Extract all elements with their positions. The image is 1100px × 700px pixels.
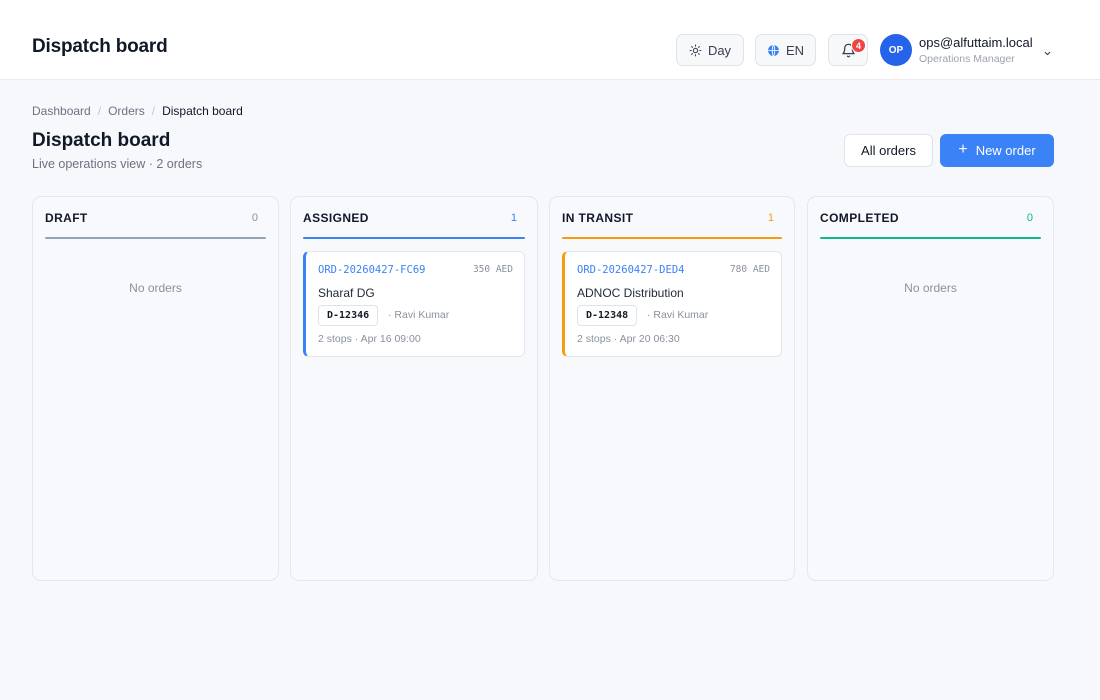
column-count: 1 (767, 212, 774, 224)
avatar[interactable]: OP (880, 34, 912, 66)
column-assigned: ASSIGNED 1 ORD-20260427-FC69 350 AED Sha… (290, 196, 538, 581)
language-button[interactable]: EN (755, 34, 816, 66)
column-in-transit: IN TRANSIT 1 ORD-20260427-DED4 780 AED A… (549, 196, 795, 581)
empty-state: No orders (904, 281, 957, 295)
column-divider (562, 237, 782, 239)
breadcrumb-current: Dispatch board (162, 104, 243, 118)
column-divider (45, 237, 266, 239)
notification-count-badge: 4 (851, 38, 866, 53)
column-title: COMPLETED (820, 211, 899, 225)
order-amount: 350 AED (472, 264, 513, 275)
all-orders-button[interactable]: All orders (844, 134, 933, 167)
order-amount: 780 AED (729, 264, 770, 275)
column-header: COMPLETED 0 (820, 211, 1041, 239)
column-completed: COMPLETED 0 No orders (807, 196, 1054, 581)
column-count: 0 (251, 212, 258, 224)
column-divider (303, 237, 525, 239)
empty-state: No orders (129, 281, 182, 295)
user-email[interactable]: ops@alfuttaim.local (919, 35, 1033, 50)
vehicle-tag: D-12346 (318, 305, 379, 326)
new-order-button[interactable]: + New order (940, 134, 1054, 167)
column-title: IN TRANSIT (562, 211, 634, 225)
breadcrumb: Dashboard / Orders / Dispatch board (32, 104, 243, 118)
notifications-button[interactable]: 4 (828, 34, 868, 66)
sun-icon (689, 44, 702, 57)
driver-name: · Ravi Kumar (388, 309, 450, 321)
vehicle-tag: D-12348 (577, 305, 638, 326)
new-order-label: New order (975, 143, 1036, 158)
breadcrumb-dashboard[interactable]: Dashboard (32, 104, 91, 118)
order-meta: 2 stops · Apr 20 06:30 (577, 333, 680, 345)
column-count: 0 (1026, 212, 1033, 224)
driver-name: · Ravi Kumar (647, 309, 709, 321)
order-meta: 2 stops · Apr 16 09:00 (318, 333, 421, 345)
column-header: IN TRANSIT 1 (562, 211, 782, 239)
order-card[interactable]: ORD-20260427-FC69 350 AED Sharaf DG D-12… (303, 251, 525, 357)
column-title: DRAFT (45, 211, 88, 225)
order-customer: ADNOC Distribution (577, 286, 684, 300)
order-customer: Sharaf DG (318, 286, 375, 300)
column-divider (820, 237, 1041, 239)
column-count: 1 (510, 212, 517, 224)
column-header: DRAFT 0 (45, 211, 266, 239)
theme-label: Day (707, 42, 732, 58)
breadcrumb-separator: / (97, 104, 102, 118)
order-id[interactable]: ORD-20260427-DED4 (577, 264, 684, 276)
chevron-down-icon[interactable] (1043, 45, 1052, 63)
breadcrumb-separator: / (151, 104, 156, 118)
column-header: ASSIGNED 1 (303, 211, 525, 239)
language-label: EN (785, 42, 805, 58)
column-draft: DRAFT 0 No orders (32, 196, 279, 581)
theme-toggle-button[interactable]: Day (676, 34, 744, 66)
breadcrumb-orders[interactable]: Orders (108, 104, 145, 118)
order-card[interactable]: ORD-20260427-DED4 780 AED ADNOC Distribu… (562, 251, 782, 357)
plus-icon: + (958, 141, 968, 158)
page-title: Dispatch board (32, 130, 171, 151)
column-title: ASSIGNED (303, 211, 369, 225)
app-title: Dispatch board (32, 36, 168, 57)
order-id[interactable]: ORD-20260427-FC69 (318, 264, 425, 276)
page-subtitle: Live operations view · 2 orders (32, 157, 203, 171)
globe-icon (767, 44, 780, 57)
top-bar: Dispatch board Day EN 4 OP ops@alfuttaim… (0, 0, 1100, 80)
user-role: Operations Manager (919, 53, 1015, 65)
